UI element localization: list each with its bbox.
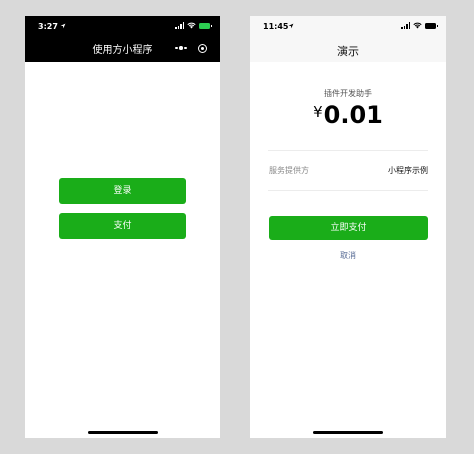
wifi-icon [413, 22, 422, 29]
battery-icon [425, 22, 438, 29]
menu-capsule [170, 41, 212, 55]
target-icon[interactable] [197, 43, 207, 53]
merchant-name: 插件开发助手 [324, 89, 372, 98]
divider [268, 190, 428, 191]
navigation-bar: 3:27 使用方小程序 [25, 16, 220, 62]
battery-icon [199, 22, 212, 29]
pay-now-button[interactable]: 立即支付 [269, 216, 428, 240]
more-icon[interactable] [175, 46, 187, 50]
provider-value: 小程序示例 [388, 166, 428, 175]
payment-amount: ¥0.01 [250, 101, 446, 129]
divider [268, 150, 428, 151]
status-time: 11:45 [263, 22, 289, 31]
page-title: 演示 [337, 45, 359, 58]
amount-value: 0.01 [323, 101, 383, 129]
signal-icon [175, 22, 184, 29]
payment-plugin-screen: 11:45 演示 插件开发助手 ¥0.01 服务提供方 小程序示例 立即支付 取… [250, 16, 446, 438]
location-arrow-icon [288, 23, 294, 29]
status-icons [401, 22, 438, 29]
login-button[interactable]: 登录 [59, 178, 186, 204]
payment-panel: 插件开发助手 ¥0.01 服务提供方 小程序示例 立即支付 取消 [250, 62, 446, 438]
provider-label: 服务提供方 [269, 166, 309, 175]
pay-button[interactable]: 支付 [59, 213, 186, 239]
location-arrow-icon [60, 23, 66, 29]
cancel-link[interactable]: 取消 [250, 250, 446, 261]
currency-symbol: ¥ [313, 103, 323, 121]
status-time: 3:27 [38, 22, 58, 31]
status-icons [175, 22, 212, 29]
navigation-bar: 11:45 演示 [250, 16, 446, 62]
signal-icon [401, 22, 410, 29]
home-indicator [313, 431, 383, 434]
user-miniprogram-screen: 3:27 使用方小程序 登录 支付 [25, 16, 220, 438]
home-indicator [87, 431, 158, 434]
wifi-icon [187, 22, 196, 29]
